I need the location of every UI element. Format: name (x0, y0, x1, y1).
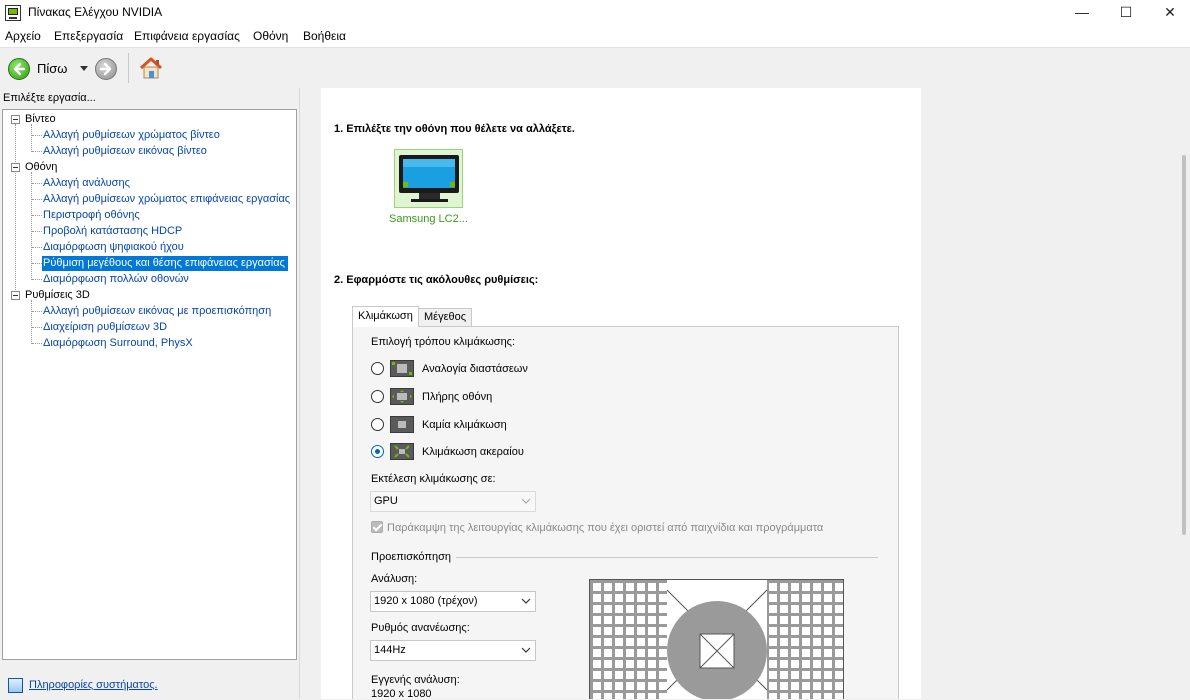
resolution-select[interactable]: 1920 x 1080 (τρέχον) (370, 591, 536, 612)
perform-scaling-label: Εκτέλεση κλιμάκωσης σε: (371, 473, 496, 485)
maximize-button[interactable]: ☐ (1103, 0, 1149, 26)
toolbar: Πίσω (0, 47, 1190, 89)
system-info-icon[interactable] (8, 678, 23, 693)
task-panel-header: Επιλέξτε εργασία... (3, 92, 96, 104)
collapse-toggle-icon[interactable] (11, 115, 20, 124)
option-integer-scaling-label[interactable]: Κλιμάκωση ακεραίου (422, 446, 524, 458)
tree-category-3d-settings[interactable]: Ρυθμίσεις 3D (25, 288, 90, 303)
refresh-rate-select[interactable]: 144Hz (370, 640, 536, 661)
integer-scaling-icon (390, 443, 414, 460)
home-icon[interactable] (138, 55, 164, 81)
toolbar-separator (128, 53, 129, 83)
menu-display[interactable]: Οθόνη (253, 29, 288, 43)
resolution-label: Ανάλυση: (371, 573, 418, 585)
task-tree: Βίντεο Αλλαγή ρυθμίσεων χρώματος βίντεο … (2, 109, 297, 660)
scaling-mode-label: Επιλογή τρόπου κλιμάκωσης: (371, 336, 516, 348)
back-button[interactable]: Πίσω (37, 61, 67, 76)
collapse-toggle-icon[interactable] (11, 291, 20, 300)
nvidia-app-icon (5, 5, 21, 21)
tree-item-manage-3d[interactable]: Διαχείριση ρυθμίσεων 3D (43, 320, 167, 335)
radio-aspect-ratio[interactable] (371, 362, 384, 375)
display-selector-tile[interactable] (394, 149, 463, 208)
tree-connector (15, 124, 16, 296)
system-info-link[interactable]: Πληροφορίες συστήματος. (29, 679, 158, 691)
option-no-scaling-label[interactable]: Καμία κλιμάκωση (422, 419, 507, 431)
scaling-preview-image (589, 579, 844, 699)
tree-item-video-image[interactable]: Αλλαγή ρυθμίσεων εικόνας βίντεο (43, 144, 207, 159)
tree-item-image-preview[interactable]: Αλλαγή ρυθμίσεων εικόνας με προεπισκόπησ… (43, 304, 271, 319)
no-scaling-icon (390, 416, 414, 433)
title-bar: Πίνακας Ελέγχου NVIDIA — ☐ ✕ (0, 0, 1190, 26)
perform-scaling-value: GPU (374, 495, 398, 507)
tree-connector (31, 300, 32, 344)
content-scrollbar[interactable] (1182, 155, 1186, 535)
step1-title: 1. Επιλέξτε την οθόνη που θέλετε να αλλά… (334, 123, 575, 135)
perform-scaling-select[interactable]: GPU (370, 491, 536, 512)
tab-size[interactable]: Μέγεθος (418, 308, 473, 326)
collapse-toggle-icon[interactable] (11, 163, 20, 172)
aspect-ratio-icon (390, 360, 414, 377)
resolution-value: 1920 x 1080 (τρέχον) (374, 595, 478, 607)
tree-item-desktop-color[interactable]: Αλλαγή ρυθμίσεων χρώματος επιφάνειας εργ… (43, 192, 290, 207)
menu-help[interactable]: Βοήθεια (303, 29, 346, 43)
back-arrow-icon[interactable] (8, 58, 30, 80)
minimize-button[interactable]: — (1059, 0, 1105, 26)
tree-item-video-color[interactable]: Αλλαγή ρυθμίσεων χρώματος βίντεο (43, 128, 220, 143)
tab-scaling[interactable]: Κλιμάκωση (352, 306, 419, 327)
menu-edit[interactable]: Επεξεργασία (54, 29, 123, 43)
menu-file[interactable]: Αρχείο (5, 29, 41, 43)
forward-arrow-icon[interactable] (95, 58, 117, 80)
display-name-label[interactable]: Samsung LC2... (389, 213, 468, 225)
back-history-dropdown-icon[interactable] (80, 66, 88, 71)
tree-item-rotate-display[interactable]: Περιστροφή οθόνης (43, 208, 140, 223)
radio-no-scaling[interactable] (371, 418, 384, 431)
preview-group-label: Προεπισκόπηση (371, 551, 451, 563)
native-resolution-label: Εγγενής ανάλυση: (371, 674, 460, 686)
chevron-down-icon (521, 647, 531, 653)
refresh-rate-label: Ρυθμός ανανέωσης: (371, 622, 470, 634)
override-scaling-checkbox[interactable] (371, 521, 383, 533)
full-screen-icon (390, 388, 414, 405)
refresh-rate-value: 144Hz (374, 644, 406, 656)
override-scaling-label: Παράκαμψη της λειτουργίας κλιμάκωσης που… (387, 522, 824, 534)
menu-desktop[interactable]: Επιφάνεια εργασίας (134, 29, 240, 43)
native-resolution-value: 1920 x 1080 (371, 688, 432, 700)
tree-item-multiple-displays[interactable]: Διαμόρφωση πολλών οθονών (43, 272, 189, 287)
preview-divider (456, 557, 878, 558)
monitor-icon (399, 155, 459, 202)
tree-category-display[interactable]: Οθόνη (25, 160, 57, 175)
radio-integer-scaling[interactable] (371, 445, 384, 458)
chevron-down-icon (521, 498, 531, 504)
tree-item-surround-physx[interactable]: Διαμόρφωση Surround, PhysX (43, 336, 193, 351)
radio-full-screen[interactable] (371, 390, 384, 403)
tree-category-video[interactable]: Βίντεο (25, 112, 56, 127)
option-full-screen-label[interactable]: Πλήρης οθόνη (422, 391, 492, 403)
tree-item-hdcp-status[interactable]: Προβολή κατάστασης HDCP (43, 224, 182, 239)
step2-title: 2. Εφαρμόστε τις ακόλουθες ρυθμίσεις: (334, 274, 539, 286)
tree-item-digital-audio[interactable]: Διαμόρφωση ψηφιακού ήχου (43, 240, 184, 255)
tree-item-desktop-size-position[interactable]: Ρύθμιση μεγέθους και θέσης επιφάνειας ερ… (42, 256, 288, 271)
tree-connector (31, 124, 32, 152)
close-button[interactable]: ✕ (1147, 0, 1190, 26)
window-title: Πίνακας Ελέγχου NVIDIA (28, 5, 163, 19)
option-aspect-ratio-label[interactable]: Αναλογία διαστάσεων (422, 363, 528, 375)
menu-bar: Αρχείο Επεξεργασία Επιφάνεια εργασίας Οθ… (0, 26, 1190, 47)
tree-item-change-resolution[interactable]: Αλλαγή ανάλυσης (43, 176, 130, 191)
chevron-down-icon (521, 598, 531, 604)
